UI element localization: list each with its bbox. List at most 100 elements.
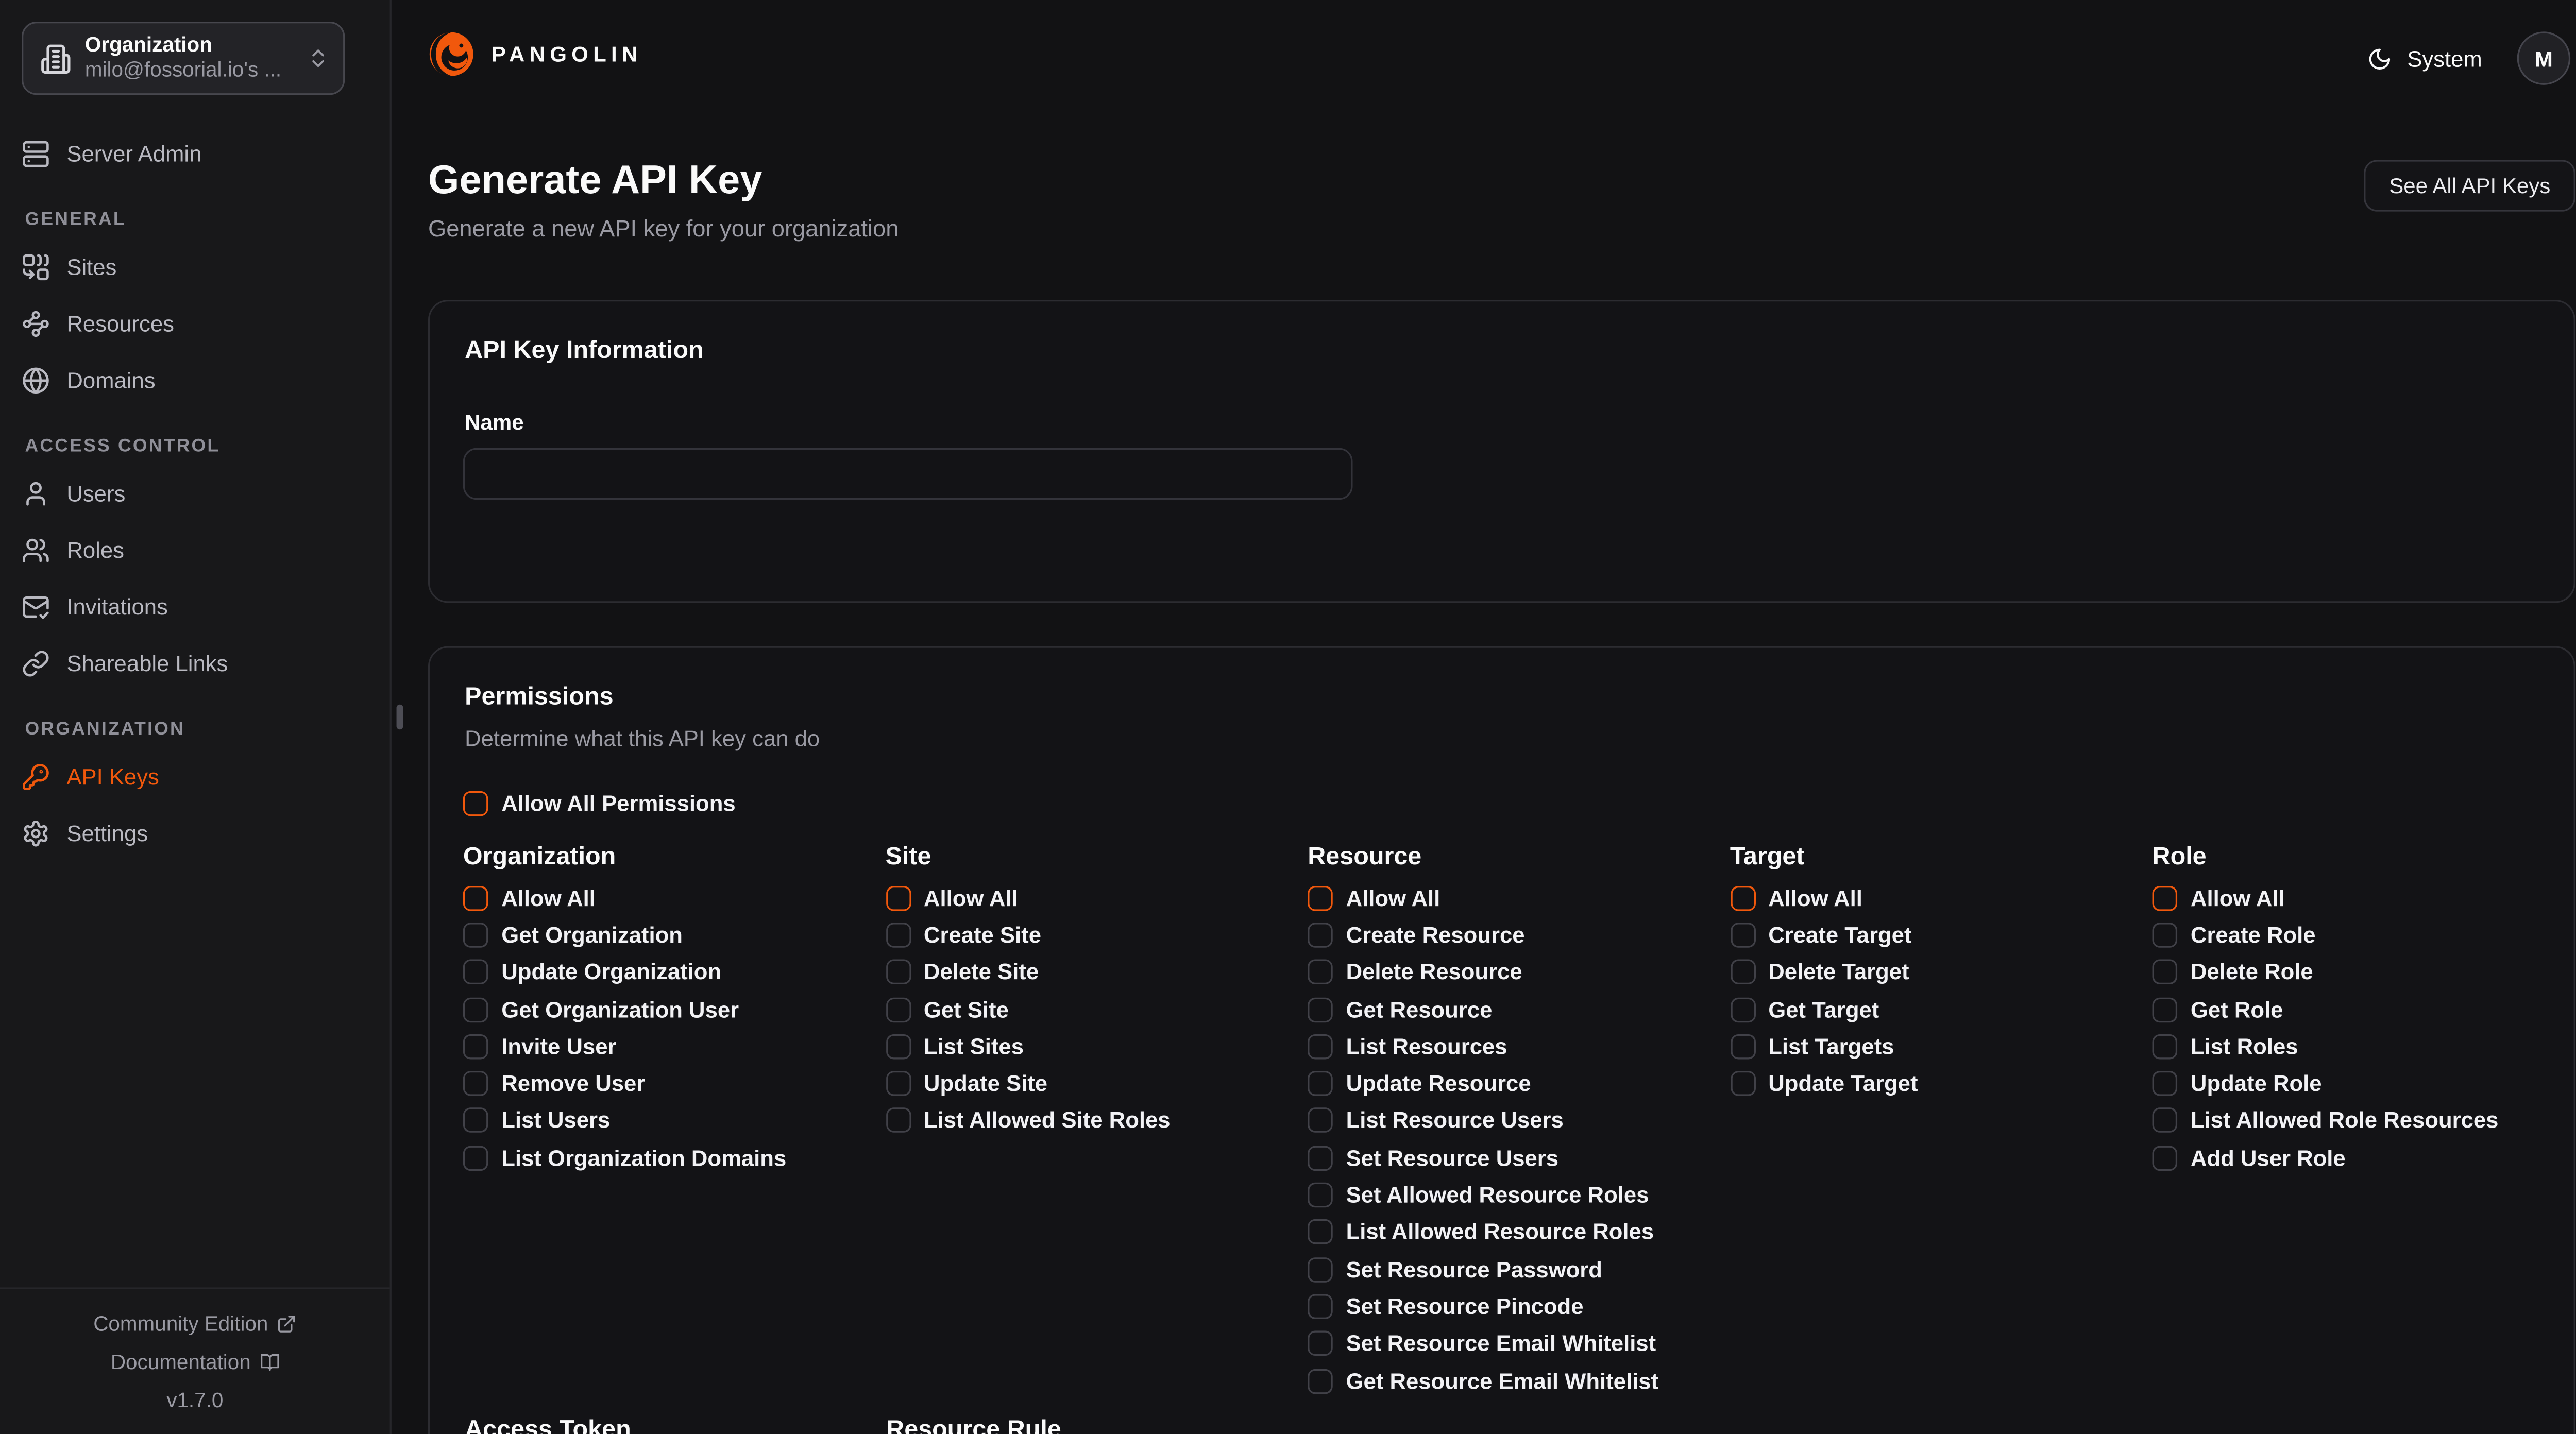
permission-checkbox-organization-update-organization[interactable] (463, 960, 488, 985)
permission-checkbox-resource-set-allowed-resource-roles[interactable] (1308, 1183, 1333, 1208)
permission-checkbox-resource-allow-all[interactable] (1308, 885, 1333, 911)
sidebar-item-users[interactable]: Users (22, 473, 368, 513)
permission-group-role: RoleAllow AllCreate RoleDelete RoleGet R… (2153, 843, 2499, 1176)
theme-toggle-button[interactable]: System (2367, 46, 2482, 71)
permission-checkbox-organization-remove-user[interactable] (463, 1071, 488, 1096)
permission-checkbox-role-allow-all[interactable] (2153, 885, 2178, 911)
permission-checkbox-organization-list-users[interactable] (463, 1108, 488, 1134)
permission-checkbox-resource-list-resources[interactable] (1308, 1034, 1333, 1059)
permission-group-heading: Target (1730, 843, 2153, 873)
permission-checkbox-target-delete-target[interactable] (1730, 960, 1755, 985)
permission-checkbox-target-create-target[interactable] (1730, 923, 1755, 948)
permission-row: Create Role (2153, 916, 2499, 953)
permission-checkbox-organization-get-organization[interactable] (463, 923, 488, 948)
permission-checkbox-resource-update-resource[interactable] (1308, 1071, 1333, 1096)
permission-row: List Users (463, 1102, 886, 1139)
permission-checkbox-role-delete-role[interactable] (2153, 960, 2178, 985)
permission-checkbox-target-list-targets[interactable] (1730, 1034, 1755, 1059)
permissions-grid: OrganizationAllow AllGet OrganizationUpd… (463, 843, 2499, 1399)
permission-label: List Allowed Resource Roles (1346, 1220, 1654, 1245)
permission-label: List Allowed Site Roles (924, 1108, 1171, 1134)
permission-checkbox-site-delete-site[interactable] (886, 960, 911, 985)
permission-checkbox-site-list-sites[interactable] (886, 1034, 911, 1059)
sidebar-item-resources[interactable]: Resources (22, 303, 368, 343)
permission-label: Allow All (2191, 885, 2285, 911)
name-field-label: Name (465, 409, 524, 435)
permission-checkbox-site-update-site[interactable] (886, 1071, 911, 1096)
permission-checkbox-resource-set-resource-password[interactable] (1308, 1257, 1333, 1282)
scrollbar-thumb[interactable] (397, 705, 402, 730)
permission-checkbox-role-update-role[interactable] (2153, 1071, 2178, 1096)
sidebar-item-label: Shareable Links (66, 651, 228, 676)
permission-row: Delete Resource (1308, 953, 1730, 991)
sidebar-item-settings[interactable]: Settings (22, 813, 368, 853)
sidebar-item-server-admin[interactable]: Server Admin (22, 133, 368, 174)
permission-row: List Allowed Role Resources (2153, 1102, 2499, 1139)
permission-checkbox-site-list-allowed-site-roles[interactable] (886, 1108, 911, 1134)
permission-row: Get Organization (463, 916, 886, 953)
gear-icon (22, 818, 50, 847)
permission-row: Create Resource (1308, 916, 1730, 953)
sidebar-item-domains[interactable]: Domains (22, 360, 368, 400)
permission-checkbox-role-get-role[interactable] (2153, 997, 2178, 1022)
permission-checkbox-resource-get-resource[interactable] (1308, 997, 1333, 1022)
permission-checkbox-resource-set-resource-email-whitelist[interactable] (1308, 1331, 1333, 1356)
permission-checkbox-resource-list-resource-users[interactable] (1308, 1108, 1333, 1134)
allow-all-permissions-checkbox[interactable] (463, 791, 488, 816)
permission-checkbox-organization-get-organization-user[interactable] (463, 997, 488, 1022)
permission-checkbox-site-get-site[interactable] (886, 997, 911, 1022)
permission-checkbox-site-allow-all[interactable] (886, 885, 911, 911)
permission-checkbox-resource-set-resource-pincode[interactable] (1308, 1294, 1333, 1319)
permission-checkbox-organization-allow-all[interactable] (463, 885, 488, 911)
permission-rows: Allow AllCreate TargetDelete TargetGet T… (1730, 879, 2153, 1102)
sidebar-item-invitations[interactable]: Invitations (22, 586, 368, 626)
avatar[interactable]: M (2517, 31, 2570, 84)
permission-checkbox-resource-set-resource-users[interactable] (1308, 1146, 1333, 1171)
permission-row: Allow All (463, 879, 886, 916)
version-label: v1.7.0 (0, 1387, 390, 1414)
permission-group-heading: Organization (463, 843, 886, 873)
permission-group-site: SiteAllow AllCreate SiteDelete SiteGet S… (886, 843, 1308, 1139)
org-switcher[interactable]: Organization milo@fossorial.io's ... (22, 22, 345, 95)
permission-row: Get Resource Email Whitelist (1308, 1362, 1730, 1399)
permission-checkbox-resource-list-allowed-resource-roles[interactable] (1308, 1220, 1333, 1245)
pangolin-logo-icon (427, 28, 477, 80)
community-edition-link[interactable]: Community Edition (0, 1311, 390, 1338)
permission-checkbox-role-create-role[interactable] (2153, 923, 2178, 948)
sidebar-item-api-keys[interactable]: API Keys (22, 756, 368, 796)
permission-label: Update Organization (501, 960, 721, 985)
permission-checkbox-resource-get-resource-email-whitelist[interactable] (1308, 1368, 1333, 1393)
permission-label: Get Organization User (501, 997, 739, 1022)
header-actions: System M (2367, 31, 2571, 84)
permission-checkbox-role-add-user-role[interactable] (2153, 1146, 2178, 1171)
permission-checkbox-target-get-target[interactable] (1730, 997, 1755, 1022)
permission-label: Set Resource Email Whitelist (1346, 1331, 1656, 1356)
permission-checkbox-target-update-target[interactable] (1730, 1071, 1755, 1096)
permission-label: Add User Role (2191, 1146, 2346, 1171)
permission-checkbox-target-allow-all[interactable] (1730, 885, 1755, 911)
combine-icon (22, 252, 50, 281)
permission-label: Update Site (924, 1071, 1047, 1096)
permission-checkbox-resource-delete-resource[interactable] (1308, 960, 1333, 985)
permission-label: List Resources (1346, 1034, 1507, 1059)
sidebar-nav: Server Admin GENERALSitesResourcesDomain… (22, 95, 368, 869)
sidebar-item-sites[interactable]: Sites (22, 247, 368, 287)
sidebar-item-shareable-links[interactable]: Shareable Links (22, 643, 368, 683)
permission-label: Delete Role (2191, 960, 2313, 985)
permission-checkbox-role-list-allowed-role-resources[interactable] (2153, 1108, 2178, 1134)
sidebar-item-roles[interactable]: Roles (22, 530, 368, 570)
server-icon (22, 139, 50, 167)
sidebar-item-label: Domains (66, 367, 155, 392)
permission-label: List Users (501, 1108, 610, 1134)
permission-row: Set Allowed Resource Roles (1308, 1176, 1730, 1214)
permission-row: Create Site (886, 916, 1308, 953)
permission-label: List Roles (2191, 1034, 2298, 1059)
documentation-link[interactable]: Documentation (0, 1349, 390, 1376)
see-all-api-keys-button[interactable]: See All API Keys (2364, 160, 2575, 211)
permission-checkbox-site-create-site[interactable] (886, 923, 911, 948)
permission-checkbox-resource-create-resource[interactable] (1308, 923, 1333, 948)
permission-checkbox-role-list-roles[interactable] (2153, 1034, 2178, 1059)
name-input[interactable] (463, 448, 1353, 500)
permission-checkbox-organization-invite-user[interactable] (463, 1034, 488, 1059)
permission-checkbox-organization-list-organization-domains[interactable] (463, 1146, 488, 1171)
